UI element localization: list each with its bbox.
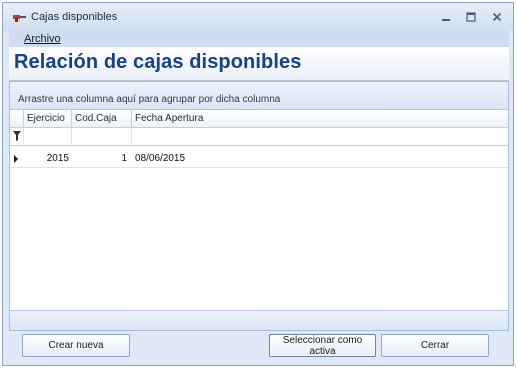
main-window: Cajas disponibles Archivo Relación de ca…	[2, 2, 514, 366]
filter-cell-fecha-apertura[interactable]	[132, 128, 509, 146]
minimize-icon[interactable]	[439, 11, 453, 23]
current-row-indicator-icon	[14, 155, 18, 163]
column-header-ejercicio[interactable]: Ejercicio	[24, 110, 72, 128]
filter-cell-ejercicio[interactable]	[24, 128, 72, 146]
grid-footer	[10, 310, 508, 330]
maximize-icon[interactable]	[464, 11, 478, 23]
filter-indicator-cell	[10, 128, 24, 146]
group-by-panel[interactable]: Arrastre una columna aquí para agrupar p…	[10, 82, 508, 110]
button-bar: Crear nueva Seleccionar como activa Cerr…	[9, 331, 509, 365]
cell-cod-caja[interactable]: 1	[72, 153, 127, 164]
cell-fecha-apertura[interactable]: 08/06/2015	[135, 153, 185, 164]
drill-icon	[13, 12, 27, 22]
window-title: Cajas disponibles	[31, 11, 118, 23]
grid-header: Ejercicio Cod.Caja Fecha Apertura	[10, 110, 508, 128]
header-indicator-cell	[10, 110, 24, 128]
cell-ejercicio[interactable]: 2015	[24, 153, 69, 164]
title-bar[interactable]: Cajas disponibles	[3, 3, 513, 31]
filter-row	[10, 128, 508, 146]
crear-nueva-button[interactable]: Crear nueva	[22, 334, 130, 357]
cajas-grid: Arrastre una columna aquí para agrupar p…	[9, 81, 509, 331]
menu-archivo[interactable]: Archivo	[24, 33, 61, 45]
page-title: Relación de cajas disponibles	[14, 51, 302, 73]
seleccionar-activa-button[interactable]: Seleccionar como activa	[269, 334, 376, 357]
column-header-cod-caja[interactable]: Cod.Caja	[72, 110, 132, 128]
filter-cell-cod-caja[interactable]	[72, 128, 132, 146]
close-icon[interactable]	[490, 11, 504, 23]
header-band: Relación de cajas disponibles	[9, 47, 509, 81]
filter-icon	[13, 131, 21, 141]
cerrar-button[interactable]: Cerrar	[381, 334, 489, 357]
column-header-fecha-apertura[interactable]: Fecha Apertura	[132, 110, 509, 128]
table-row[interactable]: 2015 1 08/06/2015	[10, 150, 508, 168]
menu-bar: Archivo	[9, 31, 509, 47]
group-hint: Arrastre una columna aquí para agrupar p…	[18, 94, 281, 105]
